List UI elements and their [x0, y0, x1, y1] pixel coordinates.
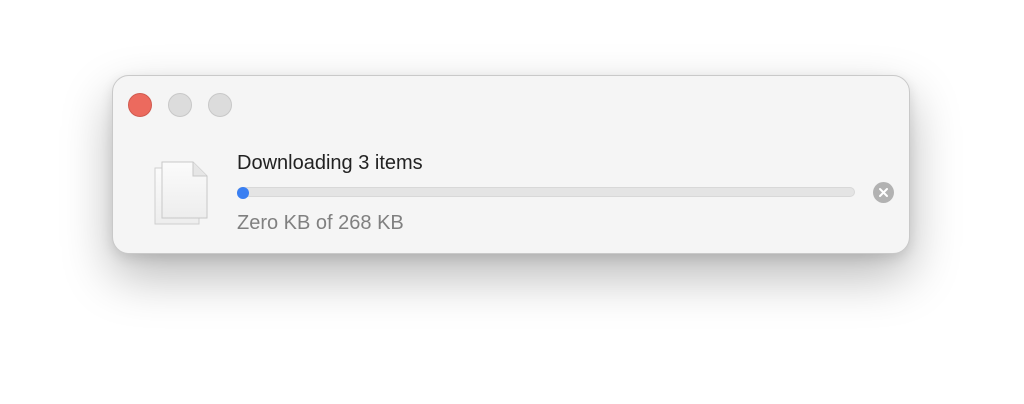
minimize-window-button[interactable]	[168, 93, 192, 117]
download-progress-bar	[237, 187, 855, 199]
download-status: Zero KB of 268 KB	[237, 212, 404, 234]
close-circle-icon	[879, 188, 888, 197]
download-progress-window: Downloading 3 items Zero KB of 268 KB	[112, 75, 910, 254]
close-window-button[interactable]	[128, 93, 152, 117]
document-stack-icon	[154, 161, 208, 225]
download-title: Downloading 3 items	[237, 152, 423, 174]
window-controls	[128, 93, 232, 117]
desktop-background: Downloading 3 items Zero KB of 268 KB	[0, 0, 1024, 404]
zoom-window-button[interactable]	[208, 93, 232, 117]
cancel-download-button[interactable]	[873, 182, 894, 203]
download-progress-fill	[237, 187, 249, 199]
